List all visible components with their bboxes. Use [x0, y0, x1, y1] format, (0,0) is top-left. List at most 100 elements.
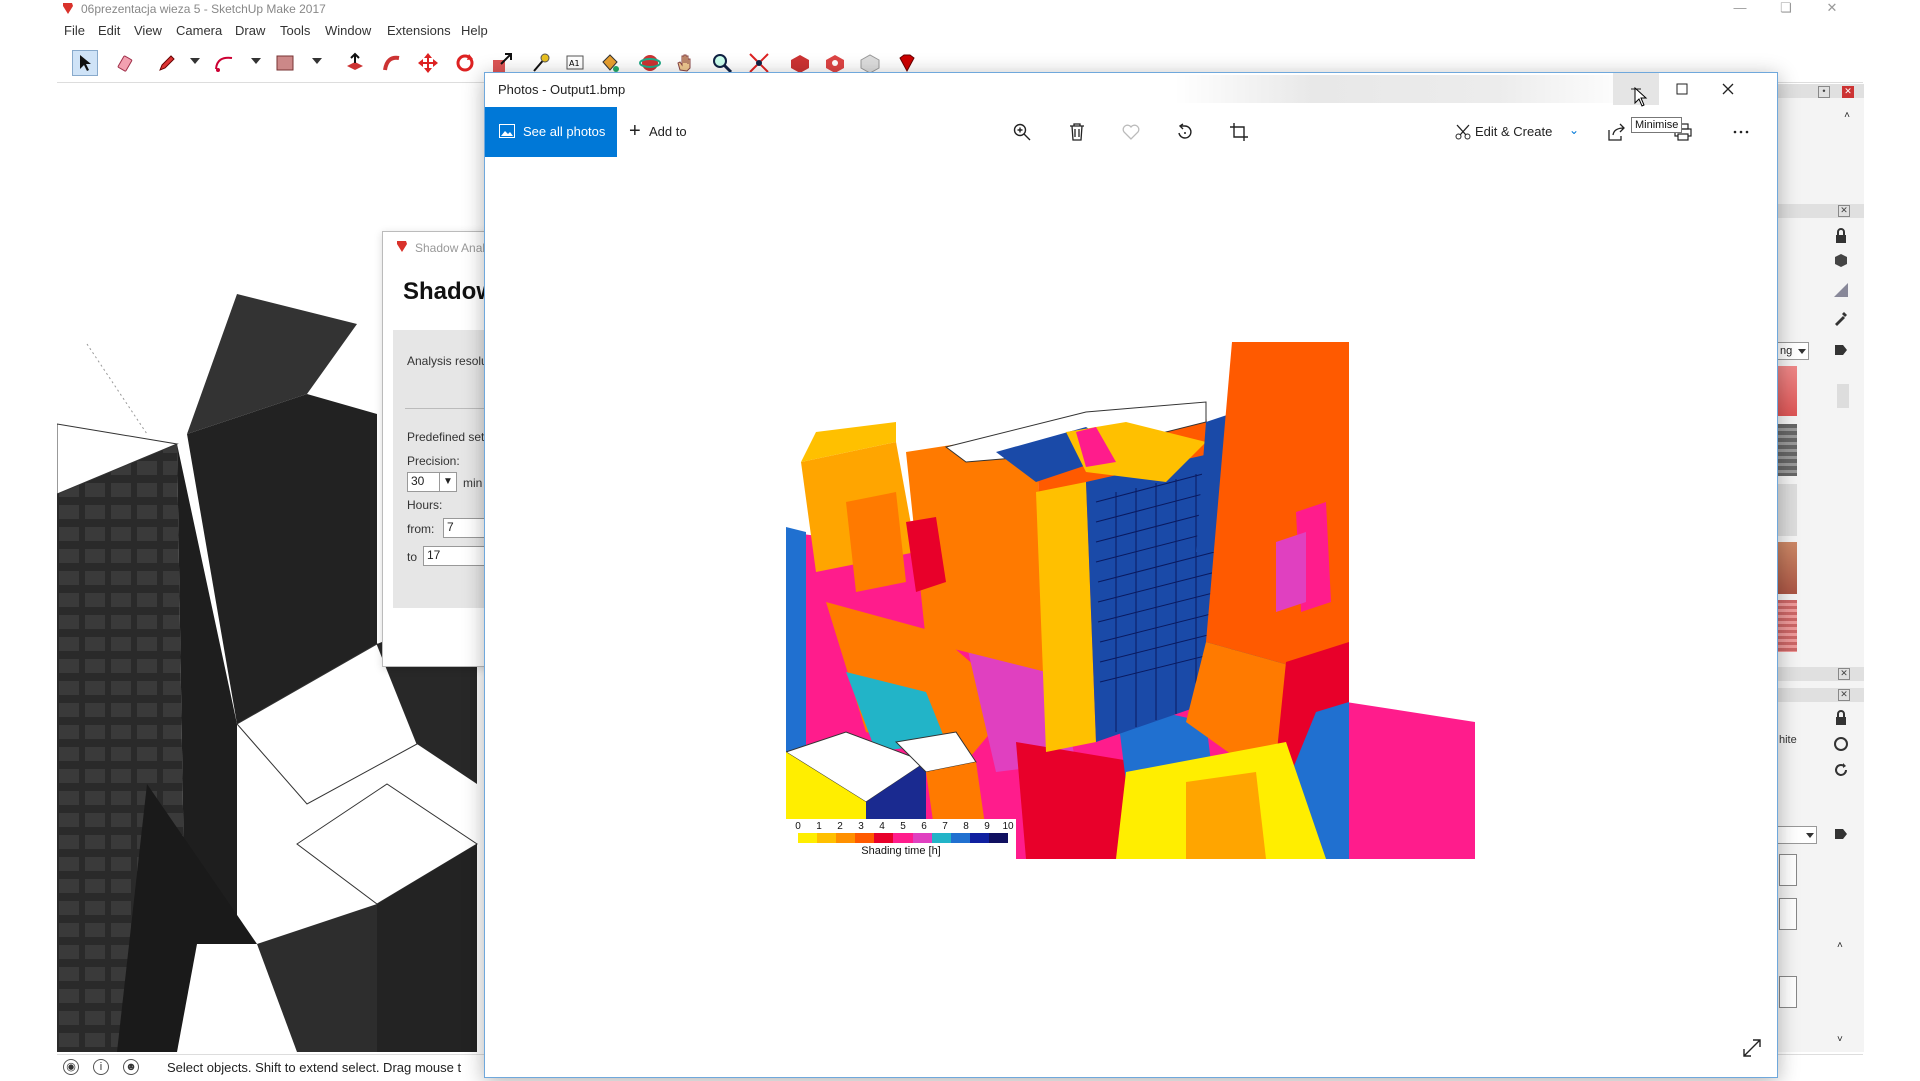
style-icon[interactable]	[1833, 736, 1849, 752]
rectangle-dropdown-arrow[interactable]	[312, 58, 322, 64]
tray-scrollbar-thumb[interactable]	[1837, 384, 1849, 408]
tray-scroll-down-icon[interactable]: ˅	[1837, 1034, 1843, 1045]
tray-pin-icon[interactable]: •	[1818, 86, 1830, 98]
zoom-in-button[interactable]	[1010, 120, 1034, 144]
menu-tools[interactable]: Tools	[280, 23, 310, 38]
component-icon[interactable]	[1833, 252, 1849, 268]
geo-location-icon[interactable]: ◉	[63, 1059, 79, 1075]
expand-fullscreen-icon[interactable]	[1741, 1037, 1763, 1059]
menu-view[interactable]: View	[134, 23, 162, 38]
titlebar-drag-area[interactable]	[1175, 75, 1635, 103]
edit-create-label: Edit & Create	[1475, 124, 1553, 139]
move-tool-button[interactable]	[415, 50, 441, 76]
sketchup-logo-icon	[397, 241, 407, 252]
see-all-photos-label: See all photos	[523, 124, 606, 139]
menu-draw[interactable]: Draw	[235, 23, 265, 38]
legend-swatch-2	[836, 833, 856, 843]
menu-extensions[interactable]: Extensions	[387, 23, 451, 38]
material-swatch-brick[interactable]	[1777, 542, 1797, 594]
minimise-tooltip: Minimise	[1631, 117, 1683, 133]
sample-paint-icon[interactable]	[1833, 342, 1849, 358]
panel-close-icon[interactable]: ✕	[1838, 205, 1850, 217]
minimise-button[interactable]	[1613, 73, 1659, 107]
menu-camera[interactable]: Camera	[176, 23, 222, 38]
delete-button[interactable]	[1065, 120, 1089, 144]
eyedropper-icon[interactable]	[1833, 310, 1849, 326]
edit-create-button[interactable]: Edit & Create ⌄	[1455, 107, 1585, 157]
panel3-close-icon[interactable]: ✕	[1838, 689, 1850, 701]
menu-edit[interactable]: Edit	[98, 23, 120, 38]
menu-help[interactable]: Help	[461, 23, 488, 38]
see-all-photos-button[interactable]: See all photos	[485, 107, 617, 157]
panel2-close-icon[interactable]: ✕	[1838, 668, 1850, 680]
legend-swatch-0	[798, 833, 818, 843]
close-button[interactable]: ✕	[1809, 0, 1855, 18]
share-button[interactable]	[1605, 120, 1629, 144]
zoom-extents-icon	[749, 53, 769, 73]
material-swatch-stone[interactable]	[1777, 424, 1797, 476]
precision-unit: min	[463, 476, 483, 490]
mouse-cursor-icon	[1634, 87, 1648, 107]
triangle-icon[interactable]	[1833, 282, 1849, 298]
legend-tick-1: 1	[816, 821, 822, 832]
tray-close-icon[interactable]: ✕	[1842, 86, 1854, 98]
precision-label: Precision:	[407, 454, 460, 468]
status-message: Select objects. Shift to extend select. …	[167, 1060, 462, 1075]
favorite-button[interactable]	[1119, 120, 1143, 144]
eraser-tool-button[interactable]	[114, 50, 140, 76]
style-sample-icon[interactable]	[1833, 826, 1849, 842]
line-tool-button[interactable]	[154, 50, 180, 76]
to-hour-input[interactable]: 17	[423, 546, 487, 566]
rectangle-tool-button[interactable]	[272, 50, 298, 76]
follow-me-tool-button[interactable]	[379, 50, 405, 76]
legend-ticks: 0 1 2 3 4 5 6 7 8 9 10	[795, 821, 1013, 833]
material-swatch-grey[interactable]	[1777, 484, 1797, 536]
rotate-tool-button[interactable]	[452, 50, 478, 76]
style-thumb-3[interactable]	[1779, 976, 1797, 1008]
ruby-icon	[899, 54, 915, 73]
style-thumb-1[interactable]	[1779, 854, 1797, 886]
menu-window[interactable]: Window	[325, 23, 371, 38]
precision-select[interactable]: 30 ▼	[407, 472, 457, 492]
chevron-down-icon: ▼	[439, 473, 456, 491]
material-swatch-brick2[interactable]	[1777, 600, 1797, 652]
select-tool-button[interactable]	[72, 50, 98, 76]
restore-button[interactable]: ❏	[1763, 0, 1809, 18]
maximise-button[interactable]	[1659, 73, 1705, 105]
from-label: from:	[407, 522, 435, 536]
share-icon	[1608, 123, 1625, 141]
rotate-button[interactable]	[1173, 120, 1197, 144]
material-swatch-red[interactable]	[1777, 366, 1797, 416]
arc-dropdown-arrow[interactable]	[251, 58, 261, 64]
hours-label: Hours:	[407, 498, 443, 512]
tape-measure-icon	[533, 53, 550, 72]
menu-bar: File Edit View Camera Draw Tools Window …	[57, 20, 1863, 42]
add-to-button[interactable]: + Add to	[629, 107, 709, 157]
tray-scroll-up-icon[interactable]: ˄	[1844, 110, 1850, 121]
minimize-button[interactable]: —	[1717, 0, 1763, 18]
line-dropdown-arrow[interactable]	[190, 58, 200, 64]
refresh-icon[interactable]	[1833, 762, 1849, 778]
user-account-icon[interactable]: ☻	[123, 1059, 139, 1075]
menu-file[interactable]: File	[64, 23, 85, 38]
shading-analysis-image[interactable]: 0 1 2 3 4 5 6 7 8 9 10 Shading time [h]	[786, 342, 1475, 859]
style-thumb-2[interactable]	[1779, 898, 1797, 930]
arc-tool-button[interactable]	[211, 50, 237, 76]
photos-gallery-icon	[499, 124, 515, 138]
chevron-down-icon: ⌄	[1569, 123, 1580, 137]
legend-swatch-4	[874, 833, 894, 843]
legend-swatch-3	[855, 833, 875, 843]
style-combo[interactable]	[1777, 826, 1817, 844]
move-icon	[418, 53, 438, 73]
close-button[interactable]	[1705, 73, 1751, 105]
lock-icon[interactable]	[1833, 228, 1849, 244]
legend-swatch-10	[988, 833, 1009, 843]
material-combo[interactable]: ng	[1777, 342, 1809, 360]
more-options-button[interactable]	[1729, 120, 1753, 144]
crop-button[interactable]	[1227, 120, 1251, 144]
shading-render	[786, 342, 1475, 859]
credits-icon[interactable]: i	[93, 1059, 109, 1075]
lock2-icon[interactable]	[1833, 710, 1849, 726]
push-pull-tool-button[interactable]	[342, 50, 368, 76]
tray-scroll-up2-icon[interactable]: ˄	[1837, 940, 1843, 951]
